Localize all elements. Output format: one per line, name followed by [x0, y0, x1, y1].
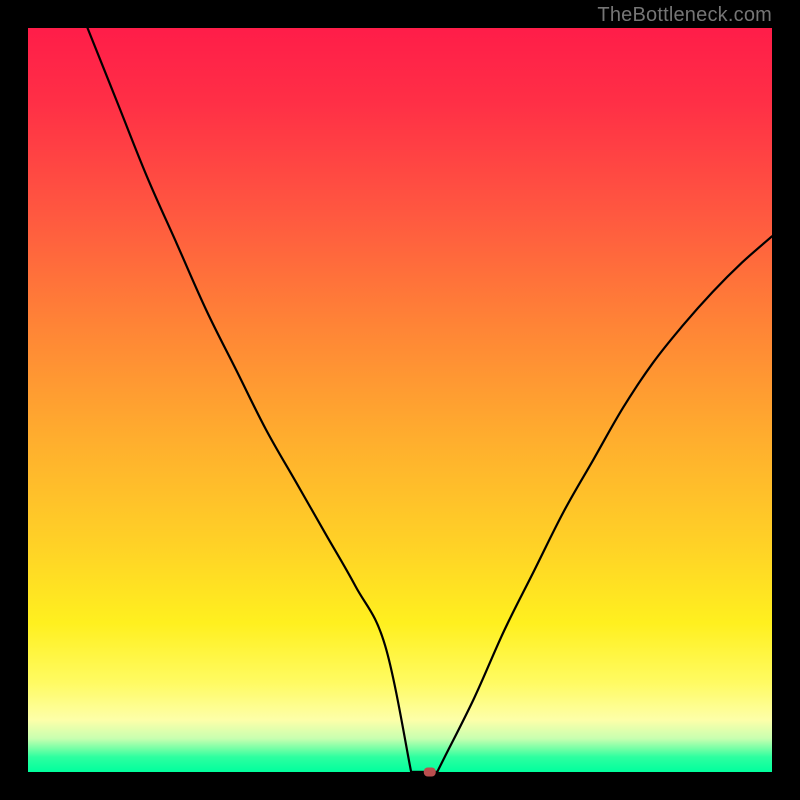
minimum-marker [424, 768, 436, 777]
bottleneck-curve [88, 28, 772, 772]
chart-frame: TheBottleneck.com [0, 0, 800, 800]
plot-area [28, 28, 772, 772]
watermark-text: TheBottleneck.com [597, 4, 772, 27]
curve-svg [28, 28, 772, 772]
